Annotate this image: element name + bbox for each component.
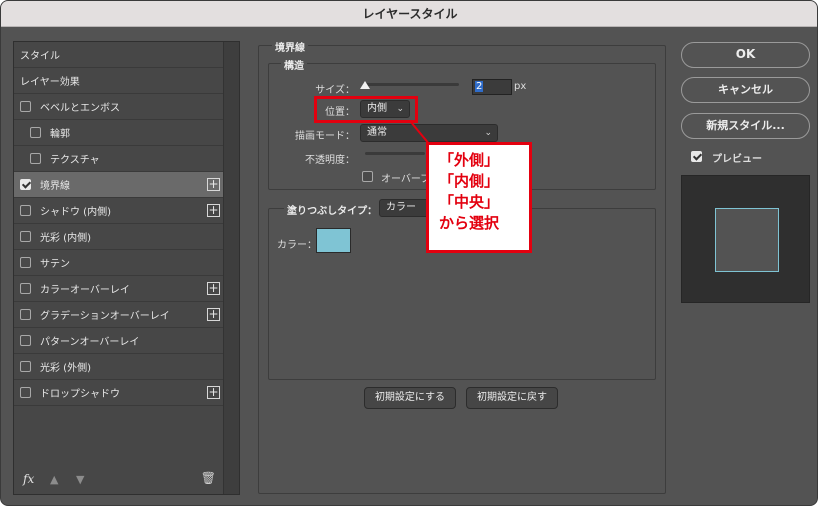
add-icon[interactable]: +: [207, 178, 220, 191]
preview-swatch: [715, 208, 779, 272]
style-item-checkbox[interactable]: [20, 309, 31, 320]
fill-type-label: 塗りつぶしタイプ：: [284, 202, 381, 217]
style-item-checkbox[interactable]: [20, 205, 31, 216]
style-item-checkbox[interactable]: [20, 361, 31, 372]
style-item-checkbox[interactable]: [30, 127, 41, 138]
structure-title: 構造: [281, 57, 307, 72]
chevron-down-icon: ⌄: [484, 128, 492, 138]
preview-label: プレビュー: [712, 154, 762, 165]
opacity-label: 不透明度：: [305, 155, 355, 166]
style-item[interactable]: グラデーションオーバーレイ +: [14, 302, 224, 328]
size-input[interactable]: 2: [472, 79, 512, 95]
style-item-label: ベベルとエンボス: [40, 103, 120, 114]
callout-line: 「外側」: [439, 151, 500, 169]
arrow-down-icon[interactable]: ▼: [76, 473, 84, 486]
new-style-button[interactable]: 新規スタイル...: [681, 113, 810, 139]
add-icon[interactable]: +: [207, 282, 220, 295]
style-item-checkbox[interactable]: [20, 257, 31, 268]
position-options-callout: 「外側」「内側」「中央」から選択: [426, 142, 532, 253]
styles-header[interactable]: スタイル: [14, 42, 224, 68]
preview-checkbox[interactable]: [691, 151, 702, 162]
style-item-label: カラーオーバーレイ: [40, 285, 130, 296]
layer-effects-item[interactable]: レイヤー効果: [14, 68, 224, 94]
fill-type-select[interactable]: カラー: [379, 199, 429, 217]
style-item[interactable]: テクスチャ: [14, 146, 224, 172]
style-item-label: 境界線: [40, 181, 70, 192]
style-item-checkbox[interactable]: [30, 153, 41, 164]
style-item[interactable]: 光彩 (外側): [14, 354, 224, 380]
styles-panel-footer: fx ▲ ▼ 🗑: [14, 466, 224, 494]
size-value: 2: [475, 81, 484, 92]
size-slider-thumb[interactable]: [360, 81, 370, 89]
style-item[interactable]: 境界線 +: [14, 172, 224, 198]
style-item[interactable]: カラーオーバーレイ +: [14, 276, 224, 302]
style-item-checkbox[interactable]: [20, 231, 31, 242]
style-item-checkbox[interactable]: [20, 283, 31, 294]
fx-icon[interactable]: fx: [23, 472, 34, 486]
style-item-checkbox[interactable]: [20, 101, 31, 112]
style-item[interactable]: シャドウ (内側) +: [14, 198, 224, 224]
layer-effects-label: レイヤー効果: [20, 77, 80, 88]
style-item-label: シャドウ (内側): [40, 207, 111, 218]
color-label: カラー：: [277, 240, 317, 251]
style-item-checkbox[interactable]: [20, 387, 31, 398]
size-label: サイズ：: [315, 85, 355, 96]
cancel-button[interactable]: キャンセル: [681, 77, 810, 103]
blend-mode-value: 通常: [367, 127, 387, 138]
add-icon[interactable]: +: [207, 308, 220, 321]
blend-mode-label: 描画モード：: [295, 131, 355, 142]
callout-line: 「中央」: [439, 193, 500, 211]
position-highlight: [314, 96, 418, 123]
styles-scrollbar[interactable]: [223, 42, 239, 494]
style-item-label: ドロップシャドウ: [40, 389, 120, 400]
size-unit: px: [514, 81, 527, 92]
style-item[interactable]: ベベルとエンボス: [14, 94, 224, 120]
style-item-label: グラデーションオーバーレイ: [40, 311, 170, 322]
style-item[interactable]: 輪郭: [14, 120, 224, 146]
style-item[interactable]: パターンオーバーレイ: [14, 328, 224, 354]
style-item-label: テクスチャ: [50, 155, 100, 166]
arrow-up-icon[interactable]: ▲: [50, 473, 58, 486]
ok-button[interactable]: OK: [681, 42, 810, 68]
reset-default-button[interactable]: 初期設定にする: [364, 387, 456, 409]
trash-icon[interactable]: 🗑: [201, 471, 216, 485]
callout-line: から選択: [439, 214, 500, 232]
style-item[interactable]: 光彩 (内側): [14, 224, 224, 250]
styles-panel: スタイル レイヤー効果 ベベルとエンボス 輪郭 テクスチャ 境界線 + シャドウ (内側)…: [13, 41, 240, 495]
size-slider[interactable]: [363, 83, 459, 86]
style-item-checkbox[interactable]: [20, 179, 31, 190]
style-item-label: 光彩 (内側): [40, 233, 91, 244]
overprint-checkbox[interactable]: [362, 171, 373, 182]
stroke-title: 境界線: [272, 39, 308, 54]
styles-header-label: スタイル: [20, 51, 60, 62]
color-swatch[interactable]: [316, 228, 351, 253]
add-icon[interactable]: +: [207, 204, 220, 217]
overprint-label: オーバープ: [381, 174, 431, 185]
style-item-label: サテン: [40, 259, 70, 270]
style-item-label: パターンオーバーレイ: [40, 337, 140, 348]
style-item[interactable]: ドロップシャドウ +: [14, 380, 224, 406]
restore-default-button[interactable]: 初期設定に戻す: [466, 387, 558, 409]
layer-style-dialog: レイヤースタイル スタイル レイヤー効果 ベベルとエンボス 輪郭 テクスチャ 境界線 +…: [0, 0, 818, 506]
add-icon[interactable]: +: [207, 386, 220, 399]
callout-line: 「内側」: [439, 172, 500, 190]
dialog-title: レイヤースタイル: [1, 1, 817, 27]
style-item-checkbox[interactable]: [20, 335, 31, 346]
opacity-slider[interactable]: [365, 152, 425, 155]
fill-type-value: カラー: [386, 202, 416, 213]
style-item-label: 光彩 (外側): [40, 363, 91, 374]
style-item-label: 輪郭: [50, 129, 70, 140]
style-preview: [681, 175, 810, 303]
style-item[interactable]: サテン: [14, 250, 224, 276]
